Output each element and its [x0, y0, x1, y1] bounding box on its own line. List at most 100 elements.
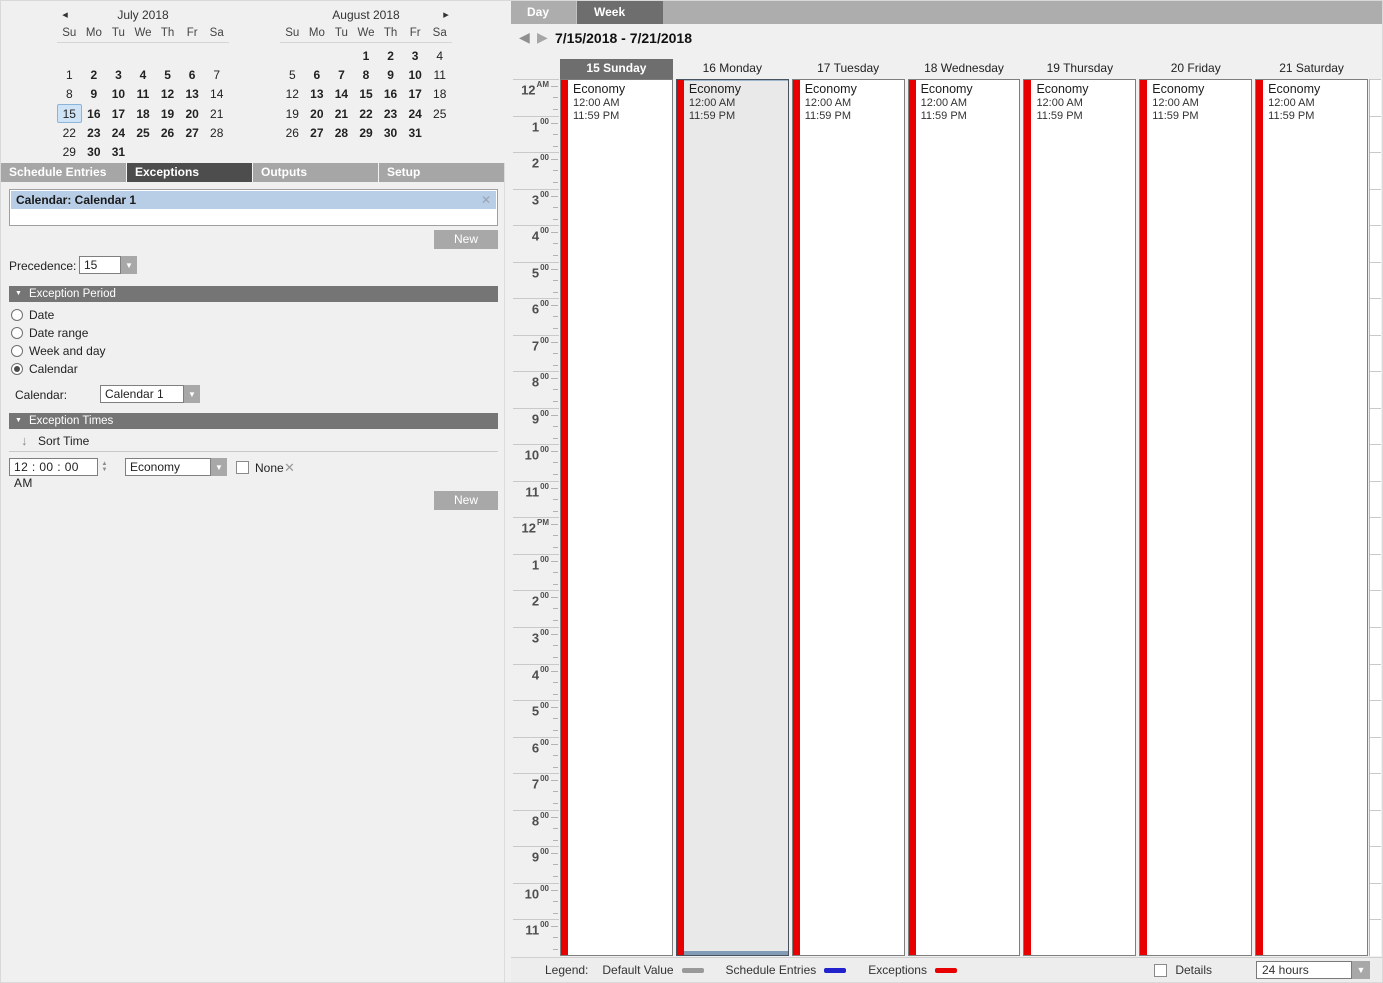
new-exception-button[interactable]: New	[434, 230, 498, 249]
calendar-day[interactable]: 9	[378, 65, 403, 84]
radio-date[interactable]: Date	[11, 306, 106, 324]
calendar-day[interactable]: 1	[354, 46, 379, 65]
day-header[interactable]: 15 Sunday	[560, 59, 673, 79]
next-week-icon[interactable]: ▶	[537, 29, 548, 46]
calendar-day[interactable]: 10	[106, 85, 131, 104]
calendar-day[interactable]: 24	[106, 123, 131, 142]
remove-exception-icon[interactable]: ✕	[481, 191, 491, 209]
calendar-day[interactable]: 15	[57, 104, 82, 123]
calendar-day[interactable]: 26	[280, 123, 305, 142]
calendar-day[interactable]: 5	[155, 65, 180, 84]
calendar-select-value[interactable]: Calendar 1	[100, 385, 184, 403]
calendar-day[interactable]: 18	[427, 85, 452, 104]
calendar-day[interactable]: 10	[403, 65, 428, 84]
calendar-day[interactable]: 21	[204, 104, 229, 123]
day-column[interactable]: Economy12:00 AM11:59 PM	[792, 79, 905, 956]
tab-week[interactable]: Week	[577, 1, 663, 24]
calendar-day[interactable]: 25	[427, 104, 452, 123]
calendar-day[interactable]: 2	[82, 65, 107, 84]
radio-week-and-day[interactable]: Week and day	[11, 342, 106, 360]
calendar-day[interactable]: 4	[131, 65, 156, 84]
time-zoom-select[interactable]: 24 hours ▼	[1256, 961, 1370, 979]
day-column[interactable]: Economy12:00 AM11:59 PM	[908, 79, 1021, 956]
calendar-day[interactable]: 11	[131, 85, 156, 104]
remove-time-icon[interactable]: ✕	[284, 460, 295, 476]
calendar-day[interactable]: 28	[204, 123, 229, 142]
calendar-day[interactable]: 17	[403, 85, 428, 104]
calendar-day[interactable]: 20	[180, 104, 205, 123]
sort-time-label[interactable]: Sort Time	[38, 434, 89, 448]
calendar-day[interactable]: 13	[305, 85, 330, 104]
calendar-day[interactable]: 12	[155, 85, 180, 104]
calendar-day[interactable]: 23	[378, 104, 403, 123]
day-column[interactable]: Economy12:00 AM11:59 PM	[1255, 79, 1368, 956]
value-select-dropdown-icon[interactable]: ▼	[211, 458, 227, 476]
calendar-day[interactable]: 16	[378, 85, 403, 104]
calendar-day[interactable]: 6	[180, 65, 205, 84]
calendar-day[interactable]: 16	[82, 104, 107, 123]
precedence-value[interactable]: 15	[79, 256, 121, 274]
calendar-day[interactable]: 5	[280, 65, 305, 84]
calendar-day[interactable]: 28	[329, 123, 354, 142]
calendar-day[interactable]: 31	[106, 142, 131, 161]
calendar-day[interactable]: 15	[354, 85, 379, 104]
calendar-day[interactable]: 17	[106, 104, 131, 123]
exception-times-header[interactable]: ▼ Exception Times	[9, 413, 498, 429]
spin-down-icon[interactable]: ▼	[102, 467, 108, 473]
day-column[interactable]: Economy12:00 AM11:59 PM	[676, 79, 789, 956]
calendar-day[interactable]: 22	[57, 123, 82, 142]
calendar-day[interactable]: 4	[427, 46, 452, 65]
calendar-day[interactable]: 31	[403, 123, 428, 142]
day-header[interactable]: 21 Saturday	[1255, 59, 1368, 79]
calendar-day[interactable]: 6	[305, 65, 330, 84]
radio-date-range[interactable]: Date range	[11, 324, 106, 342]
tab-schedule-entries[interactable]: Schedule Entries	[1, 163, 127, 182]
calendar-day[interactable]: 3	[106, 65, 131, 84]
exception-list-item[interactable]: Calendar: Calendar 1 ✕	[11, 191, 496, 209]
calendar-day[interactable]: 26	[155, 123, 180, 142]
calendar-day[interactable]: 14	[204, 85, 229, 104]
calendar-day[interactable]: 29	[354, 123, 379, 142]
calendar-day[interactable]: 3	[403, 46, 428, 65]
day-column[interactable]: Economy12:00 AM11:59 PM	[1023, 79, 1136, 956]
day-column[interactable]: Economy12:00 AM11:59 PM	[560, 79, 673, 956]
day-column[interactable]: Economy12:00 AM11:59 PM	[1139, 79, 1252, 956]
calendar-day[interactable]: 21	[329, 104, 354, 123]
calendar-day[interactable]: 30	[378, 123, 403, 142]
tab-outputs[interactable]: Outputs	[253, 163, 379, 182]
tab-day[interactable]: Day	[513, 1, 577, 24]
calendar-day[interactable]: 7	[329, 65, 354, 84]
time-zoom-dropdown-icon[interactable]: ▼	[1352, 961, 1370, 979]
calendar-select-dropdown-icon[interactable]: ▼	[184, 385, 200, 403]
calendar-day[interactable]: 13	[180, 85, 205, 104]
exception-period-header[interactable]: ▼ Exception Period	[9, 286, 498, 302]
none-checkbox[interactable]	[236, 461, 249, 474]
calendar-day[interactable]: 23	[82, 123, 107, 142]
calendar-day[interactable]: 7	[204, 65, 229, 84]
calendar-day[interactable]: 1	[57, 65, 82, 84]
calendar-day[interactable]: 8	[354, 65, 379, 84]
time-spinner[interactable]: ▲ ▼	[99, 458, 110, 476]
calendar-day[interactable]: 27	[180, 123, 205, 142]
exceptions-list[interactable]: Calendar: Calendar 1 ✕	[9, 189, 498, 226]
radio-calendar[interactable]: Calendar	[11, 360, 106, 378]
calendar-day[interactable]: 19	[280, 104, 305, 123]
new-time-button[interactable]: New	[434, 491, 498, 510]
calendar-day[interactable]: 9	[82, 85, 107, 104]
tab-exceptions[interactable]: Exceptions	[127, 163, 253, 182]
time-input[interactable]: 12 : 00 : 00 AM	[9, 458, 98, 476]
calendar-day[interactable]: 14	[329, 85, 354, 104]
calendar-day[interactable]: 2	[378, 46, 403, 65]
time-zoom-value[interactable]: 24 hours	[1256, 961, 1352, 979]
calendar-day[interactable]: 20	[305, 104, 330, 123]
day-header[interactable]: 16 Monday	[676, 59, 789, 79]
calendar-day[interactable]: 24	[403, 104, 428, 123]
calendar-day[interactable]: 29	[57, 142, 82, 161]
previous-week-icon[interactable]: ◀	[519, 29, 530, 46]
calendar-day[interactable]: 19	[155, 104, 180, 123]
tab-setup[interactable]: Setup	[379, 163, 505, 182]
day-header[interactable]: 19 Thursday	[1023, 59, 1136, 79]
precedence-dropdown-icon[interactable]: ▼	[121, 256, 137, 274]
calendar-day[interactable]: 12	[280, 85, 305, 104]
calendar-day[interactable]: 22	[354, 104, 379, 123]
